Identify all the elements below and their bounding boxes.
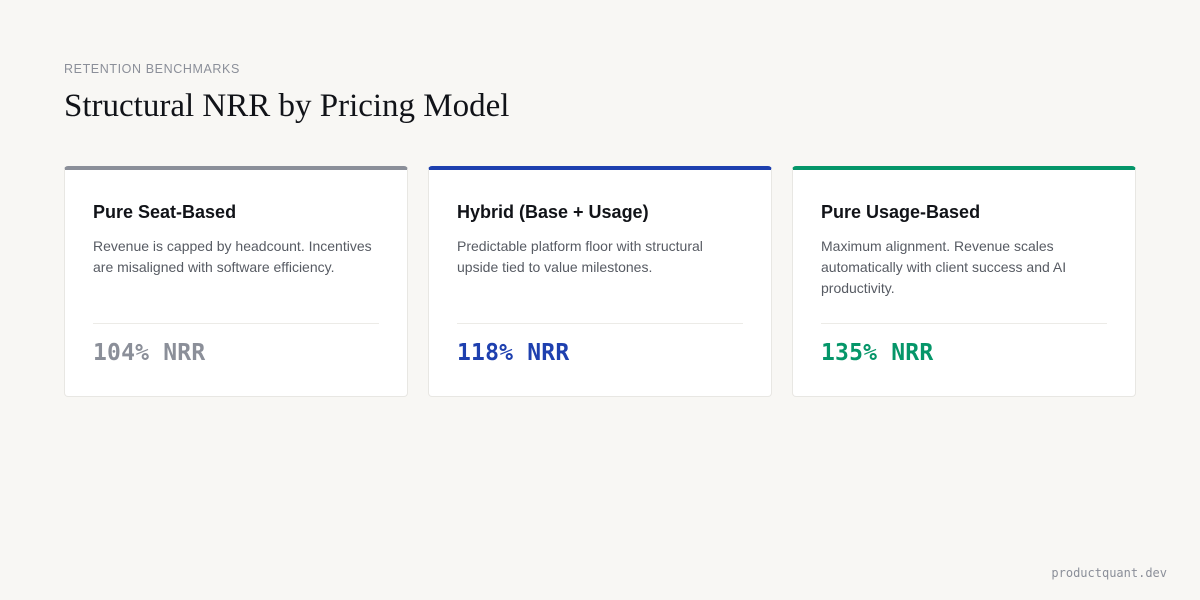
footer-url[interactable]: productquant.dev [1051, 566, 1167, 580]
card-nrr-metric: 118% NRR [457, 340, 570, 366]
card-title: Hybrid (Base + Usage) [457, 202, 649, 222]
card-description: Predictable platform floor with structur… [457, 238, 703, 275]
card-hybrid: Hybrid (Base + Usage) Predictable platfo… [428, 166, 772, 397]
pricing-model-cards: Pure Seat-Based Revenue is capped by hea… [64, 166, 1136, 397]
card-divider [821, 323, 1107, 324]
section-eyebrow: RETENTION BENCHMARKS [64, 62, 240, 76]
card-description: Revenue is capped by headcount. Incentiv… [93, 238, 372, 275]
card-title: Pure Usage-Based [821, 202, 981, 222]
card-divider [457, 323, 743, 324]
page-title: Structural NRR by Pricing Model [64, 88, 510, 124]
card-nrr-metric: 135% NRR [821, 340, 934, 366]
card-nrr-metric: 104% NRR [93, 340, 206, 366]
card-divider [93, 323, 379, 324]
card-pure-seat-based: Pure Seat-Based Revenue is capped by hea… [64, 166, 408, 397]
card-title: Pure Seat-Based [93, 202, 237, 222]
card-description: Maximum alignment. Revenue scales automa… [821, 238, 1067, 296]
card-pure-usage-based: Pure Usage-Based Maximum alignment. Reve… [792, 166, 1136, 397]
